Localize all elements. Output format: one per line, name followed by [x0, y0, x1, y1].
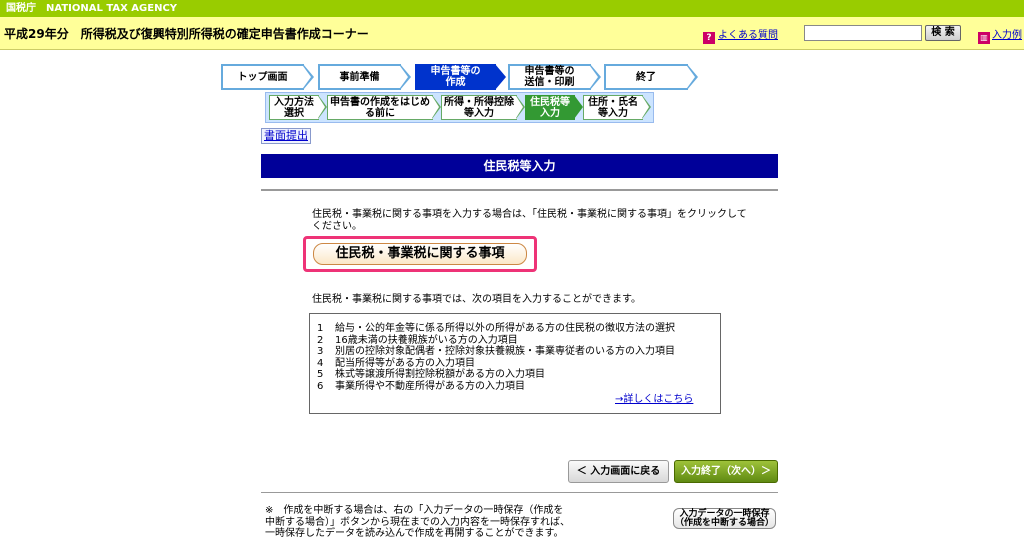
- step-label: 事前準備: [339, 71, 380, 83]
- substep-before-start[interactable]: 申告書の作成をはじめ る前に: [327, 95, 441, 120]
- items-intro: 住民税・事業税に関する事項では、次の項目を入力することができます。: [312, 294, 641, 305]
- agency-banner: 国税庁 NATIONAL TAX AGENCY: [0, 0, 1024, 17]
- example-link[interactable]: ▥ 入力例: [978, 26, 1022, 44]
- substep-label: 入力方法 選択: [274, 96, 314, 119]
- page-title: 平成29年分 所得税及び復興特別所得税の確定申告書作成コーナー: [4, 27, 369, 41]
- substep-input-method[interactable]: 入力方法 選択: [269, 95, 327, 120]
- substep-label: 所得・所得控除 等入力: [444, 96, 514, 119]
- save-button-line2: （作成を中断する場合）: [674, 518, 774, 528]
- substep-address-name: 住所・氏名 等入力: [583, 95, 651, 120]
- resident-tax-matters-button[interactable]: 住民税・事業税に関する事項: [313, 243, 527, 265]
- step-end: 終了: [604, 64, 698, 90]
- example-label: 入力例: [992, 30, 1022, 41]
- detail-link[interactable]: →詳しくはこちら: [615, 390, 693, 405]
- substep-label: 住民税等 入力: [530, 96, 570, 119]
- substep-label: 住所・氏名 等入力: [588, 96, 638, 119]
- substep-label: 申告書の作成をはじめ る前に: [330, 96, 430, 119]
- list-item: 3 別居の控除対象配偶者・控除対象扶養親族・事業専従者のいる方の入力項目: [317, 346, 675, 357]
- question-icon: ?: [703, 32, 715, 44]
- list-item: 1 給与・公的年金等に係る所得以外の所得がある方の住民税の徴収方法の選択: [317, 323, 675, 334]
- footnote: ※ 作成を中断する場合は、右の「入力データの一時保存（作成を中断する場合）」ボタ…: [265, 505, 570, 539]
- step-label: 申告書等の 送信・印刷: [524, 66, 575, 88]
- intro-text: 住民税・事業税に関する事項を入力する場合は、「住民税・事業税に関する事項」をクリ…: [312, 209, 747, 232]
- list-item: 4 配当所得等がある方の入力項目: [317, 357, 475, 369]
- temp-save-button[interactable]: 入力データの一時保存 （作成を中断する場合）: [673, 508, 776, 529]
- faq-label: よくある質問: [718, 30, 778, 41]
- divider: [261, 492, 778, 493]
- book-icon: ▥: [978, 32, 990, 44]
- substep-resident-tax: 住民税等 入力: [525, 95, 583, 120]
- step-label: トップ画面: [237, 71, 288, 83]
- search-button[interactable]: 検 索: [925, 25, 961, 41]
- next-button[interactable]: 入力終了（次へ）＞: [674, 460, 778, 483]
- step-label: 終了: [636, 71, 656, 83]
- list-item: 2 16歳未満の扶養親族がいる方の入力項目: [317, 334, 518, 346]
- search-input[interactable]: [804, 25, 922, 41]
- step-create: 申告書等の 作成: [415, 64, 506, 90]
- section-title: 住民税等入力: [261, 154, 778, 178]
- paper-submission-link[interactable]: 書面提出: [261, 128, 311, 144]
- step-top[interactable]: トップ画面: [221, 64, 314, 90]
- list-item: 5 株式等譲渡所得割控除税額がある方の入力項目: [317, 369, 545, 380]
- step-send-print: 申告書等の 送信・印刷: [508, 64, 601, 90]
- substep-income-deduction[interactable]: 所得・所得控除 等入力: [441, 95, 525, 120]
- highlight-frame: 住民税・事業税に関する事項: [303, 236, 537, 272]
- step-preparation[interactable]: 事前準備: [318, 64, 411, 90]
- substep-bar: 入力方法 選択 申告書の作成をはじめ る前に 所得・所得控除 等入力 住民税等 …: [265, 92, 654, 123]
- title-bar: 平成29年分 所得税及び復興特別所得税の確定申告書作成コーナー ? よくある質問 …: [0, 17, 1024, 50]
- faq-link[interactable]: ? よくある質問: [703, 26, 778, 44]
- step-label: 申告書等の 作成: [430, 66, 481, 88]
- divider: [261, 189, 778, 191]
- back-button[interactable]: ＜ 入力画面に戻る: [568, 460, 669, 483]
